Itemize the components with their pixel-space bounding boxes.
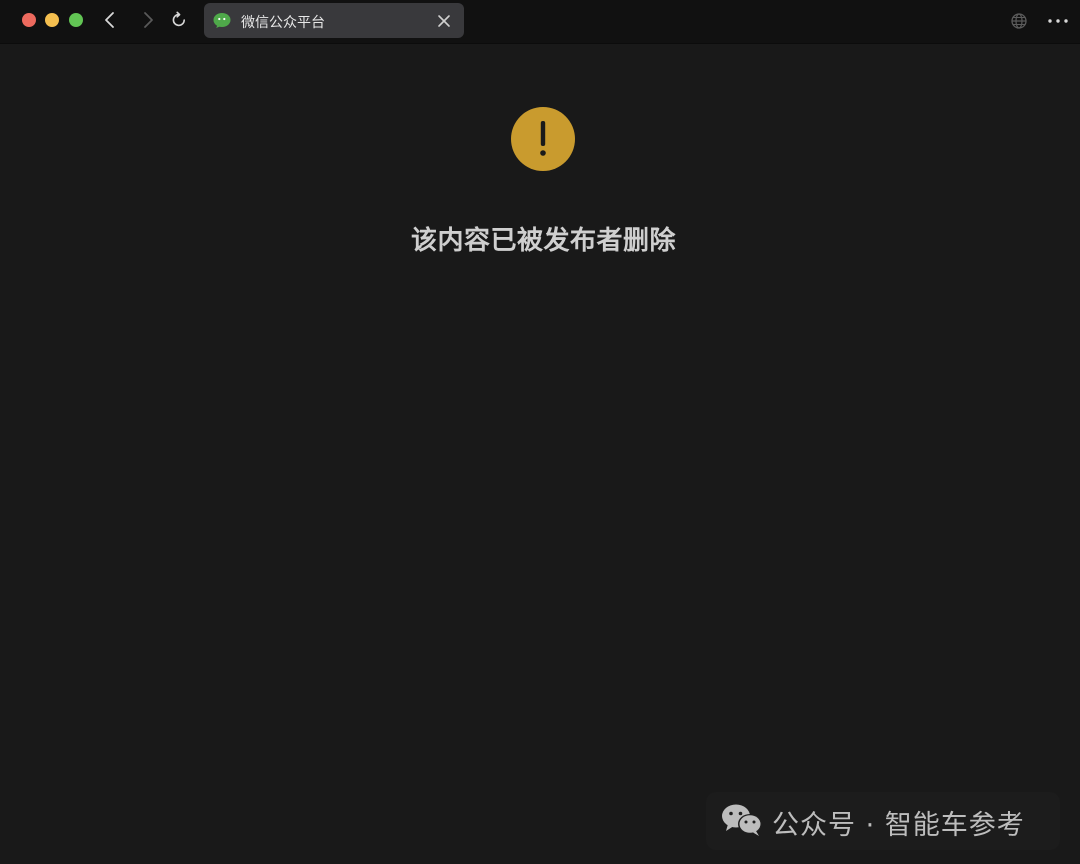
watermark: 公众号 · 智能车参考	[706, 792, 1060, 850]
window-maximize-button[interactable]	[69, 13, 83, 27]
tab-wechat-official[interactable]: 微信公众平台	[204, 3, 464, 38]
close-icon[interactable]	[436, 13, 452, 29]
chevron-right-icon	[144, 12, 153, 28]
tab-title: 微信公众平台	[241, 15, 325, 31]
chevron-left-icon	[105, 12, 114, 28]
globe-icon[interactable]	[1010, 12, 1028, 30]
wechat-icon	[213, 13, 231, 28]
more-dots-icon[interactable]	[1047, 12, 1069, 30]
reload-button[interactable]	[167, 8, 191, 32]
reload-icon	[172, 11, 185, 27]
back-button[interactable]	[98, 8, 122, 32]
wechat-icon	[722, 804, 762, 836]
watermark-text: 公众号 · 智能车参考	[772, 810, 1025, 841]
deleted-content-message: 该内容已被发布者删除	[410, 226, 676, 256]
window-minimize-button[interactable]	[45, 13, 59, 27]
exclamation-warning-icon	[511, 107, 575, 171]
window-close-button[interactable]	[22, 13, 36, 27]
title-bar: 微信公众平台	[0, 0, 1080, 44]
browser-window: 微信公众平台 该内容已被发布者删除 公众号 · 智能车参考	[0, 0, 1080, 864]
forward-button[interactable]	[136, 8, 160, 32]
